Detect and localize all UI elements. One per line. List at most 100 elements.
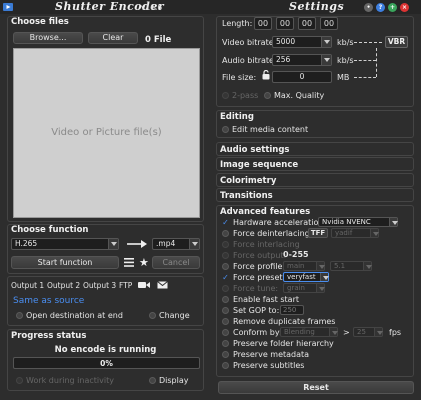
help-icon[interactable]: ? [376,3,385,12]
chevron-down-icon [321,37,331,47]
file-drop-zone[interactable]: Video or Picture file(s) [13,48,200,218]
expand-icon[interactable]: + [388,3,397,12]
file-size-input[interactable]: 0 [272,71,332,83]
tff-label[interactable]: TFF [308,228,328,238]
preset-select[interactable]: veryfast [283,272,329,282]
audio-kbs-unit: kb/s [337,56,354,65]
chevron-down-icon [321,55,331,65]
settings-title: Settings [289,0,345,13]
gop-label: Set GOP to: [233,306,280,315]
fps-select[interactable]: 25 [353,327,383,337]
display-checkbox[interactable] [149,377,156,384]
force-tune-checkbox[interactable] [222,285,229,292]
choose-function-title: Choose function [11,225,89,235]
star-icon[interactable]: ★ [139,257,149,268]
audio-bitrate-select[interactable]: 256 [272,54,332,66]
length-frames[interactable]: 00 [320,17,338,30]
two-pass-label: 2-pass [232,91,259,100]
start-function-button[interactable]: Start function [11,256,119,269]
fps-value: 25 [357,328,366,336]
choose-files-title: Choose files [11,17,69,27]
chevron-down-icon [329,328,338,336]
fps-label: fps [389,328,402,337]
force-preset-checkbox[interactable]: ✓ [222,274,229,282]
work-inactivity-checkbox[interactable] [16,377,23,384]
minimize-icon[interactable]: • [364,3,373,12]
close-icon[interactable]: × [400,3,409,12]
subtitles-checkbox[interactable] [222,362,229,369]
fast-start-checkbox[interactable] [222,296,229,303]
function-select[interactable]: H.265 [11,238,119,250]
folder-hierarchy-checkbox[interactable] [222,340,229,347]
length-hours[interactable]: 00 [254,17,272,30]
conform-checkbox[interactable] [222,329,229,336]
preset-value: veryfast [287,273,316,281]
advanced-features-title[interactable]: Advanced features [220,207,310,217]
same-as-source[interactable]: Same as source [13,296,84,306]
profile-value: main [287,262,305,270]
open-destination-checkbox[interactable] [16,312,23,319]
container-select[interactable]: .mp4 [152,238,200,250]
vbr-label[interactable]: VBR [385,36,408,48]
video-bitrate-select[interactable]: 5000 [272,36,332,48]
chevron-down-icon [374,328,383,336]
transitions-title: Transitions [220,191,273,201]
gop-checkbox[interactable] [222,307,229,314]
level-select[interactable]: 5.1 [330,261,372,271]
tab-output-2[interactable]: Output 2 [47,281,80,290]
deinterlace-filter-select[interactable]: yadif [331,228,379,238]
max-quality-label: Max. Quality [274,91,325,100]
force-output-label: Force output: [233,251,287,260]
mb-unit: MB [337,73,350,82]
tab-ftp[interactable]: FTP [119,281,132,290]
edit-media-checkbox[interactable] [222,126,229,133]
reset-button[interactable]: Reset [218,381,414,394]
chevron-down-icon [363,262,372,270]
editing-title[interactable]: Editing [220,112,254,122]
edit-media-label: Edit media content [232,125,309,134]
conform-select[interactable]: Blending [280,327,338,337]
interlacing-checkbox[interactable] [222,241,229,248]
hw-accel-select[interactable]: Nvidia NVENC [318,217,398,227]
hw-accel-checkbox[interactable]: ✓ [222,219,229,227]
tab-output-3[interactable]: Output 3 [83,281,116,290]
output-range[interactable]: 0-255 [283,250,309,259]
bitrate-link-bottom [354,77,376,78]
force-output-checkbox[interactable] [222,252,229,259]
chevron-down-icon [316,284,325,292]
file-size-label: File size: [222,73,257,82]
open-destination-label: Open destination at end [26,311,123,320]
tab-output-1[interactable]: Output 1 [11,281,44,290]
stream-icon[interactable] [138,281,150,289]
remove-frames-checkbox[interactable] [222,318,229,325]
tune-select[interactable]: grain [283,283,325,293]
tune-value: grain [287,284,305,292]
progress-bar: 0% [13,357,200,369]
cancel-button[interactable]: Cancel [152,256,200,269]
length-seconds[interactable]: 00 [298,17,316,30]
gop-input[interactable]: 250 [280,305,304,315]
force-preset-label: Force preset: [233,273,286,282]
browse-button[interactable]: Browse... [13,32,83,44]
two-pass-checkbox[interactable] [222,92,229,99]
container-value: .mp4 [156,239,176,248]
lock-icon[interactable] [262,69,270,80]
force-profile-checkbox[interactable] [222,263,229,270]
conform-label: Conform by: [233,328,282,337]
length-minutes[interactable]: 00 [276,17,294,30]
change-checkbox[interactable] [149,312,156,319]
list-icon[interactable] [124,258,134,267]
profile-select[interactable]: main [283,261,325,271]
progress-percent: 0% [100,359,113,368]
remove-frames-label: Remove duplicate frames [233,317,336,326]
length-label: Length: [222,19,253,28]
deinterlacing-checkbox[interactable] [222,230,229,237]
clear-button[interactable]: Clear [88,32,138,44]
metadata-checkbox[interactable] [222,351,229,358]
level-value: 5.1 [334,262,346,270]
display-label: Display [159,376,189,385]
deinterlace-filter-value: yadif [335,229,353,237]
deinterlacing-label: Force deinterlacing: [233,229,313,238]
mail-icon[interactable] [157,281,168,289]
max-quality-checkbox[interactable] [264,92,271,99]
